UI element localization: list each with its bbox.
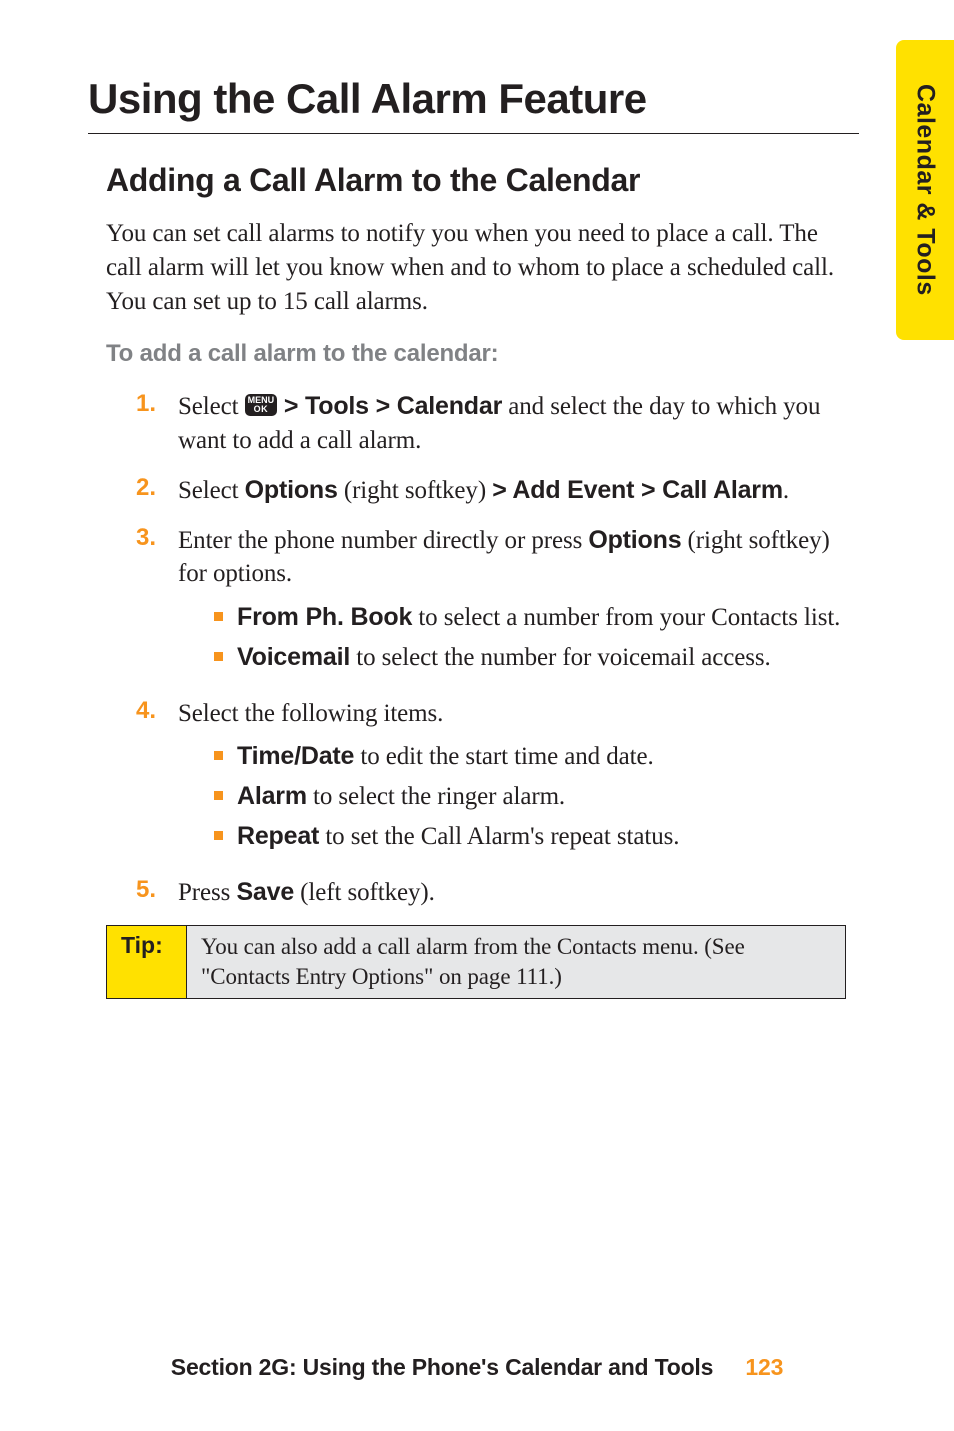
steps-list: 1. Select MENUOK > Tools > Calendar and …	[136, 390, 859, 909]
step-number: 4.	[136, 697, 178, 860]
bullet-rest: to select the ringer alarm.	[307, 783, 565, 810]
step-item: 3. Enter the phone number directly or pr…	[136, 524, 859, 681]
bullet-icon	[214, 831, 223, 840]
sub-bullet-item: Alarm to select the ringer alarm.	[214, 780, 859, 814]
step-bold: Options	[588, 526, 681, 554]
bullet-icon	[214, 612, 223, 621]
step-text: .	[783, 477, 789, 504]
bullet-text: Alarm to select the ringer alarm.	[237, 780, 565, 814]
step-bold: > Tools > Calendar	[277, 392, 502, 420]
step-text: Select the following items.	[178, 700, 443, 727]
step-item: 5. Press Save (left softkey).	[136, 876, 859, 910]
bullet-bold: Repeat	[237, 822, 319, 850]
bullet-bold: Voicemail	[237, 643, 350, 671]
step-body: Select MENUOK > Tools > Calendar and sel…	[178, 390, 859, 458]
bullet-rest: to select a number from your Contacts li…	[412, 604, 840, 631]
sub-bullet-item: Repeat to set the Call Alarm's repeat st…	[214, 820, 859, 854]
title-rule	[88, 133, 859, 134]
bullet-bold: Alarm	[237, 782, 307, 810]
intro-paragraph: You can set call alarms to notify you wh…	[106, 217, 859, 318]
step-item: 4. Select the following items. Time/Date…	[136, 697, 859, 860]
step-body: Enter the phone number directly or press…	[178, 524, 859, 681]
bullet-rest: to set the Call Alarm's repeat status.	[319, 823, 679, 850]
sub-bullet-item: Voicemail to select the number for voice…	[214, 641, 859, 675]
side-tab: Calendar & Tools	[896, 40, 954, 340]
step-body: Select Options (right softkey) > Add Eve…	[178, 474, 859, 508]
bullet-icon	[214, 652, 223, 661]
procedure-heading: To add a call alarm to the calendar:	[106, 340, 859, 368]
step-number: 5.	[136, 876, 178, 910]
step-bold: > Add Event > Call Alarm	[492, 476, 783, 504]
step-text: Select	[178, 393, 245, 420]
bullet-rest: to edit the start time and date.	[354, 743, 653, 770]
bullet-bold: Time/Date	[237, 742, 354, 770]
menu-ok-key-icon: MENUOK	[245, 394, 278, 416]
tip-box: Tip: You can also add a call alarm from …	[106, 925, 846, 999]
step-text: (right softkey)	[338, 477, 493, 504]
tip-label: Tip:	[107, 926, 187, 998]
step-body: Select the following items. Time/Date to…	[178, 697, 859, 860]
sub-bullet-list: From Ph. Book to select a number from yo…	[214, 601, 859, 675]
bullet-text: Voicemail to select the number for voice…	[237, 641, 771, 675]
footer-section: Section 2G: Using the Phone's Calendar a…	[171, 1354, 713, 1380]
tip-body: You can also add a call alarm from the C…	[187, 926, 845, 998]
step-text: Press	[178, 879, 236, 906]
page-footer: Section 2G: Using the Phone's Calendar a…	[0, 1354, 954, 1381]
sub-bullet-item: Time/Date to edit the start time and dat…	[214, 740, 859, 774]
step-text: Select	[178, 477, 245, 504]
bullet-icon	[214, 791, 223, 800]
bullet-text: Time/Date to edit the start time and dat…	[237, 740, 654, 774]
section-title: Adding a Call Alarm to the Calendar	[106, 162, 859, 199]
bullet-text: Repeat to set the Call Alarm's repeat st…	[237, 820, 679, 854]
bullet-text: From Ph. Book to select a number from yo…	[237, 601, 840, 635]
step-text: Enter the phone number directly or press	[178, 527, 588, 554]
step-number: 3.	[136, 524, 178, 681]
side-tab-label: Calendar & Tools	[911, 84, 940, 296]
step-number: 2.	[136, 474, 178, 508]
step-bold: Save	[236, 878, 294, 906]
bullet-rest: to select the number for voicemail acces…	[350, 644, 771, 671]
sub-bullet-list: Time/Date to edit the start time and dat…	[214, 740, 859, 853]
page-title: Using the Call Alarm Feature	[88, 75, 859, 123]
bullet-icon	[214, 751, 223, 760]
step-item: 2. Select Options (right softkey) > Add …	[136, 474, 859, 508]
page-content: Using the Call Alarm Feature Adding a Ca…	[0, 0, 954, 999]
step-body: Press Save (left softkey).	[178, 876, 859, 910]
step-bold: Options	[245, 476, 338, 504]
step-item: 1. Select MENUOK > Tools > Calendar and …	[136, 390, 859, 458]
footer-page-number: 123	[745, 1354, 783, 1380]
sub-bullet-item: From Ph. Book to select a number from yo…	[214, 601, 859, 635]
bullet-bold: From Ph. Book	[237, 603, 412, 631]
step-number: 1.	[136, 390, 178, 458]
step-text: (left softkey).	[294, 879, 435, 906]
